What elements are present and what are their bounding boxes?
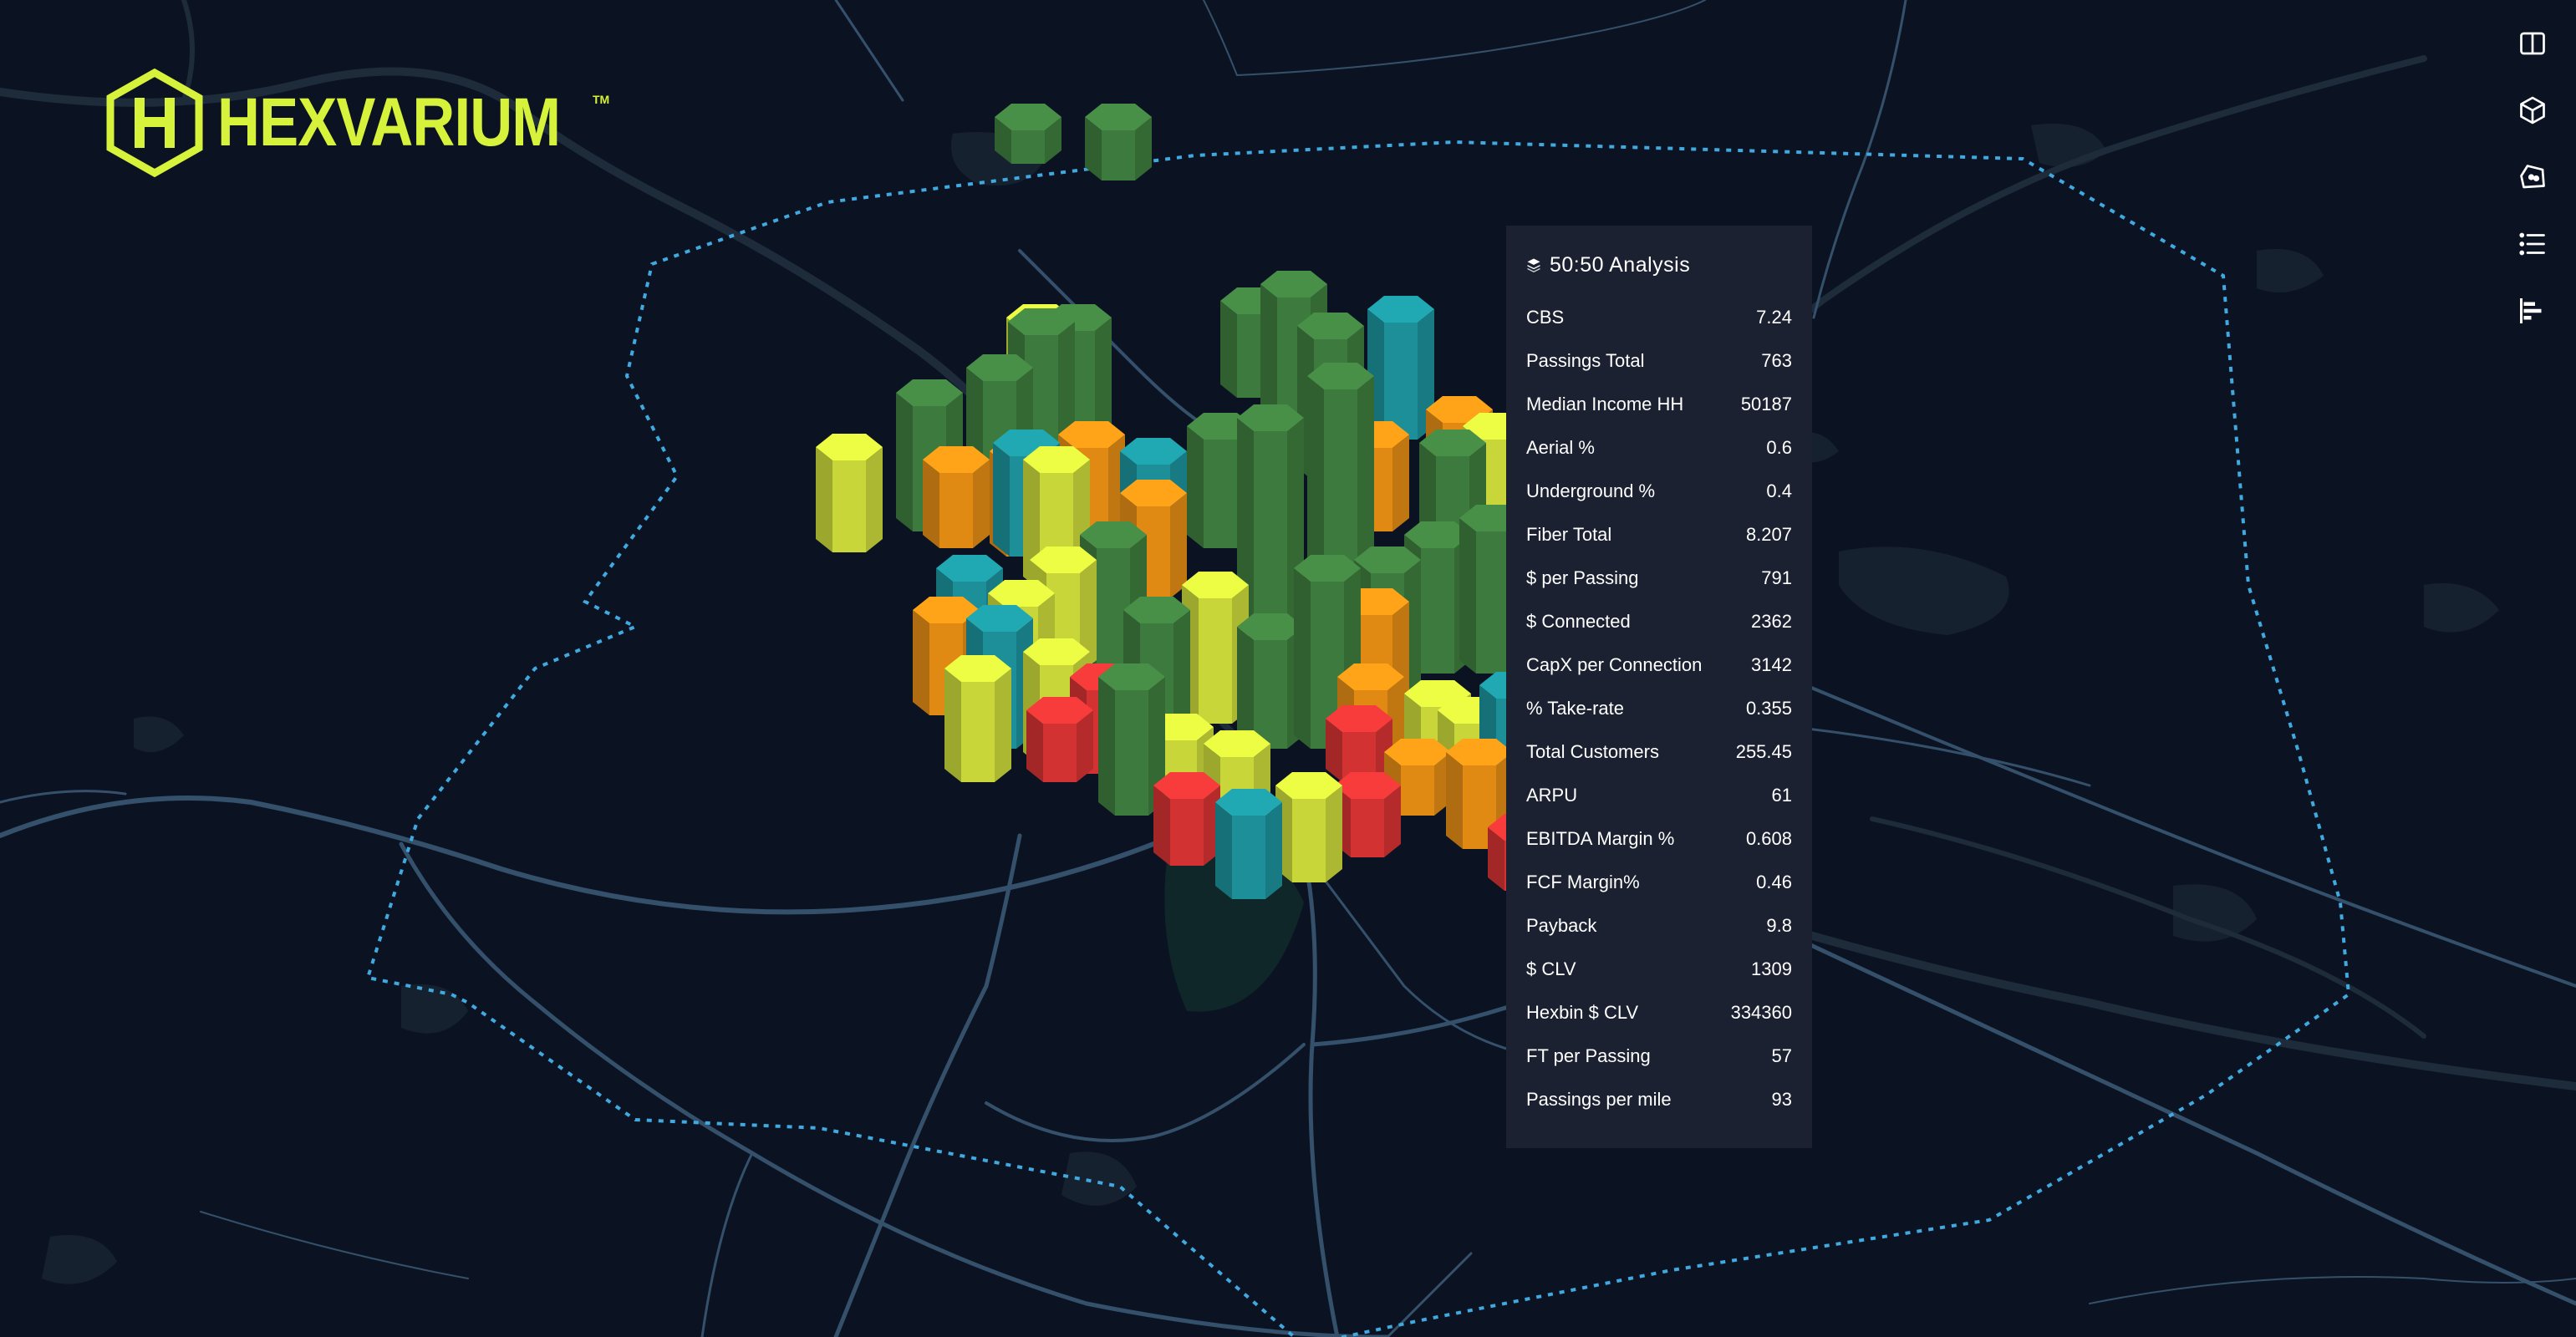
- metric-label: Payback: [1526, 915, 1597, 936]
- metric-row: FT per Passing 57: [1526, 1035, 1792, 1078]
- hexbin-column[interactable]: [944, 655, 1011, 782]
- book-open-icon: [2520, 32, 2545, 55]
- list-button[interactable]: [2509, 221, 2556, 267]
- hexbin-column[interactable]: [1215, 789, 1282, 899]
- metric-label: FCF Margin%: [1526, 872, 1640, 892]
- metric-label: EBITDA Margin %: [1526, 828, 1675, 849]
- metric-label: Passings Total: [1526, 350, 1645, 371]
- hexbin-column[interactable]: [1026, 697, 1093, 782]
- app-root: HEXVARIUM TM 50:50 Analysis CBS 7.24 Pas…: [0, 0, 2576, 1337]
- chart-button[interactable]: [2509, 287, 2556, 334]
- metric-row: Median Income HH 50187: [1526, 383, 1792, 426]
- hexbin-column[interactable]: [1153, 772, 1220, 866]
- polygon-select-icon: [2520, 165, 2545, 189]
- metric-value: 0.608: [1745, 828, 1792, 849]
- metric-row: Payback 9.8: [1526, 904, 1792, 948]
- metric-label: $ per Passing: [1526, 567, 1639, 588]
- panel-header: 50:50 Analysis: [1526, 252, 1792, 277]
- metric-label: Passings per mile: [1526, 1089, 1672, 1110]
- hexbin-column[interactable]: [816, 434, 883, 552]
- polygon-select-button[interactable]: [2509, 154, 2556, 201]
- metric-row: FCF Margin% 0.46: [1526, 861, 1792, 904]
- panel-title: 50:50 Analysis: [1550, 252, 1691, 277]
- metric-label: FT per Passing: [1526, 1045, 1651, 1066]
- hexbin-column[interactable]: [1085, 104, 1152, 180]
- metric-value: 50187: [1740, 394, 1792, 414]
- metric-row: Total Customers 255.45: [1526, 730, 1792, 774]
- map-canvas[interactable]: [0, 0, 2576, 1337]
- metric-label: % Take-rate: [1526, 698, 1624, 719]
- hexbin-column[interactable]: [1334, 772, 1401, 857]
- hexbin-column[interactable]: [995, 104, 1061, 164]
- metric-label: Aerial %: [1526, 437, 1595, 458]
- metric-value: 57: [1771, 1045, 1792, 1066]
- hexbin-column[interactable]: [1367, 296, 1434, 440]
- metric-row: % Take-rate 0.355: [1526, 687, 1792, 730]
- metric-row: EBITDA Margin % 0.608: [1526, 817, 1792, 861]
- metric-value: 0.4: [1766, 480, 1792, 501]
- metric-row: Passings Total 763: [1526, 339, 1792, 383]
- metric-value: 7.24: [1756, 307, 1792, 328]
- analysis-panel: 50:50 Analysis CBS 7.24 Passings Total 763 M…: [1506, 226, 1812, 1148]
- metric-value: 3142: [1751, 654, 1792, 675]
- view-3d-button[interactable]: [2509, 87, 2556, 134]
- metric-row: Underground % 0.4: [1526, 470, 1792, 513]
- metric-row: Aerial % 0.6: [1526, 426, 1792, 470]
- layers-icon: [1527, 258, 1540, 272]
- map-toolbar: [2509, 20, 2556, 334]
- book-open-button[interactable]: [2509, 20, 2556, 67]
- brand-name: HEXVARIUM: [217, 84, 561, 160]
- metric-label: CapX per Connection: [1526, 654, 1703, 675]
- list-icon: [2519, 232, 2545, 256]
- metric-value: 61: [1771, 785, 1792, 806]
- metric-label: Fiber Total: [1526, 524, 1612, 545]
- cube-3d-icon: [2520, 96, 2545, 125]
- metric-label: $ Connected: [1526, 611, 1631, 632]
- metric-value: 0.46: [1756, 872, 1792, 892]
- trademark-mark: TM: [592, 93, 610, 106]
- metric-label: $ CLV: [1526, 958, 1576, 979]
- bar-chart-horizontal-icon: [2520, 298, 2542, 323]
- metric-value: 334360: [1730, 1002, 1792, 1023]
- metric-label: ARPU: [1526, 785, 1578, 806]
- metric-label: Underground %: [1526, 480, 1656, 501]
- metric-row: $ CLV 1309: [1526, 948, 1792, 991]
- metric-label: Total Customers: [1526, 741, 1659, 762]
- metric-row: Hexbin $ CLV 334360: [1526, 991, 1792, 1035]
- metric-row: CBS 7.24: [1526, 296, 1792, 339]
- brand-logo: HEXVARIUM TM: [105, 69, 646, 177]
- metric-row: $ Connected 2362: [1526, 600, 1792, 643]
- hexbin-column[interactable]: [1326, 705, 1392, 782]
- metric-value: 9.8: [1766, 915, 1792, 936]
- metric-row: Passings per mile 93: [1526, 1078, 1792, 1121]
- metric-row: Fiber Total 8.207: [1526, 513, 1792, 557]
- metric-value: 2362: [1751, 611, 1792, 632]
- metric-value: 0.355: [1745, 698, 1792, 719]
- metric-value: 763: [1761, 350, 1792, 371]
- metric-value: 93: [1771, 1089, 1792, 1110]
- metric-value: 791: [1761, 567, 1792, 588]
- metric-label: Median Income HH: [1526, 394, 1684, 414]
- metric-value: 0.6: [1766, 437, 1792, 458]
- metric-label: CBS: [1526, 307, 1565, 328]
- metric-value: 1309: [1751, 958, 1792, 979]
- metric-label: Hexbin $ CLV: [1526, 1002, 1639, 1023]
- metric-value: 255.45: [1735, 741, 1792, 762]
- metric-row: CapX per Connection 3142: [1526, 643, 1792, 687]
- metric-row: $ per Passing 791: [1526, 557, 1792, 600]
- metrics-list: CBS 7.24 Passings Total 763 Median Income HH…: [1526, 296, 1792, 1121]
- metric-row: ARPU 61: [1526, 774, 1792, 817]
- metric-value: 8.207: [1745, 524, 1792, 545]
- hexbin-column[interactable]: [1275, 772, 1342, 882]
- hexagon-logo-icon: [106, 69, 203, 177]
- hexbin-column[interactable]: [923, 446, 990, 548]
